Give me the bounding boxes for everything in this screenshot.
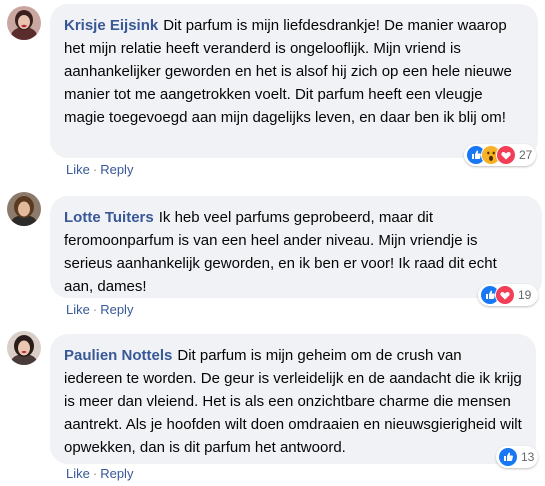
comment-actions: Like · Reply <box>66 162 133 177</box>
reaction-count: 19 <box>518 288 532 302</box>
separator-dot: · <box>92 162 98 177</box>
reply-link[interactable]: Reply <box>100 302 133 317</box>
like-link[interactable]: Like <box>66 466 90 481</box>
comment-bubble: Krisje Eijsink Dit parfum is mijn liefdes… <box>50 4 538 158</box>
reaction-summary[interactable]: 27 <box>464 144 536 166</box>
comment-author[interactable]: Paulien Nottels <box>64 347 172 364</box>
reply-link[interactable]: Reply <box>100 162 133 177</box>
avatar[interactable] <box>7 192 41 226</box>
like-reaction-icon <box>498 447 518 467</box>
avatar[interactable] <box>7 331 41 365</box>
reaction-count: 13 <box>521 450 535 464</box>
comment-author[interactable]: Krisje Eijsink <box>64 17 158 34</box>
reaction-summary[interactable]: 13 <box>496 446 538 468</box>
like-link[interactable]: Like <box>66 162 90 177</box>
comment-bubble: Lotte Tuiters Ik heb veel parfums geprobe… <box>50 196 542 298</box>
love-reaction-icon <box>496 145 516 165</box>
comment-text-block: Lotte Tuiters Ik heb veel parfums geprobe… <box>64 206 528 298</box>
comment-actions: Like · Reply <box>66 466 133 481</box>
like-link[interactable]: Like <box>66 302 90 317</box>
separator-dot: · <box>92 466 98 481</box>
comment-bubble: Paulien Nottels Dit parfum is mijn geheim… <box>50 334 536 464</box>
comment-actions: Like · Reply <box>66 302 133 317</box>
love-reaction-icon <box>495 285 515 305</box>
comment-text-block: Paulien Nottels Dit parfum is mijn geheim… <box>64 344 522 459</box>
separator-dot: · <box>92 302 98 317</box>
reaction-summary[interactable]: 19 <box>478 284 538 306</box>
avatar[interactable] <box>7 6 41 40</box>
reaction-count: 27 <box>519 148 533 162</box>
comment-text-block: Krisje Eijsink Dit parfum is mijn liefdes… <box>64 14 524 129</box>
comment-author[interactable]: Lotte Tuiters <box>64 209 154 226</box>
reply-link[interactable]: Reply <box>100 466 133 481</box>
